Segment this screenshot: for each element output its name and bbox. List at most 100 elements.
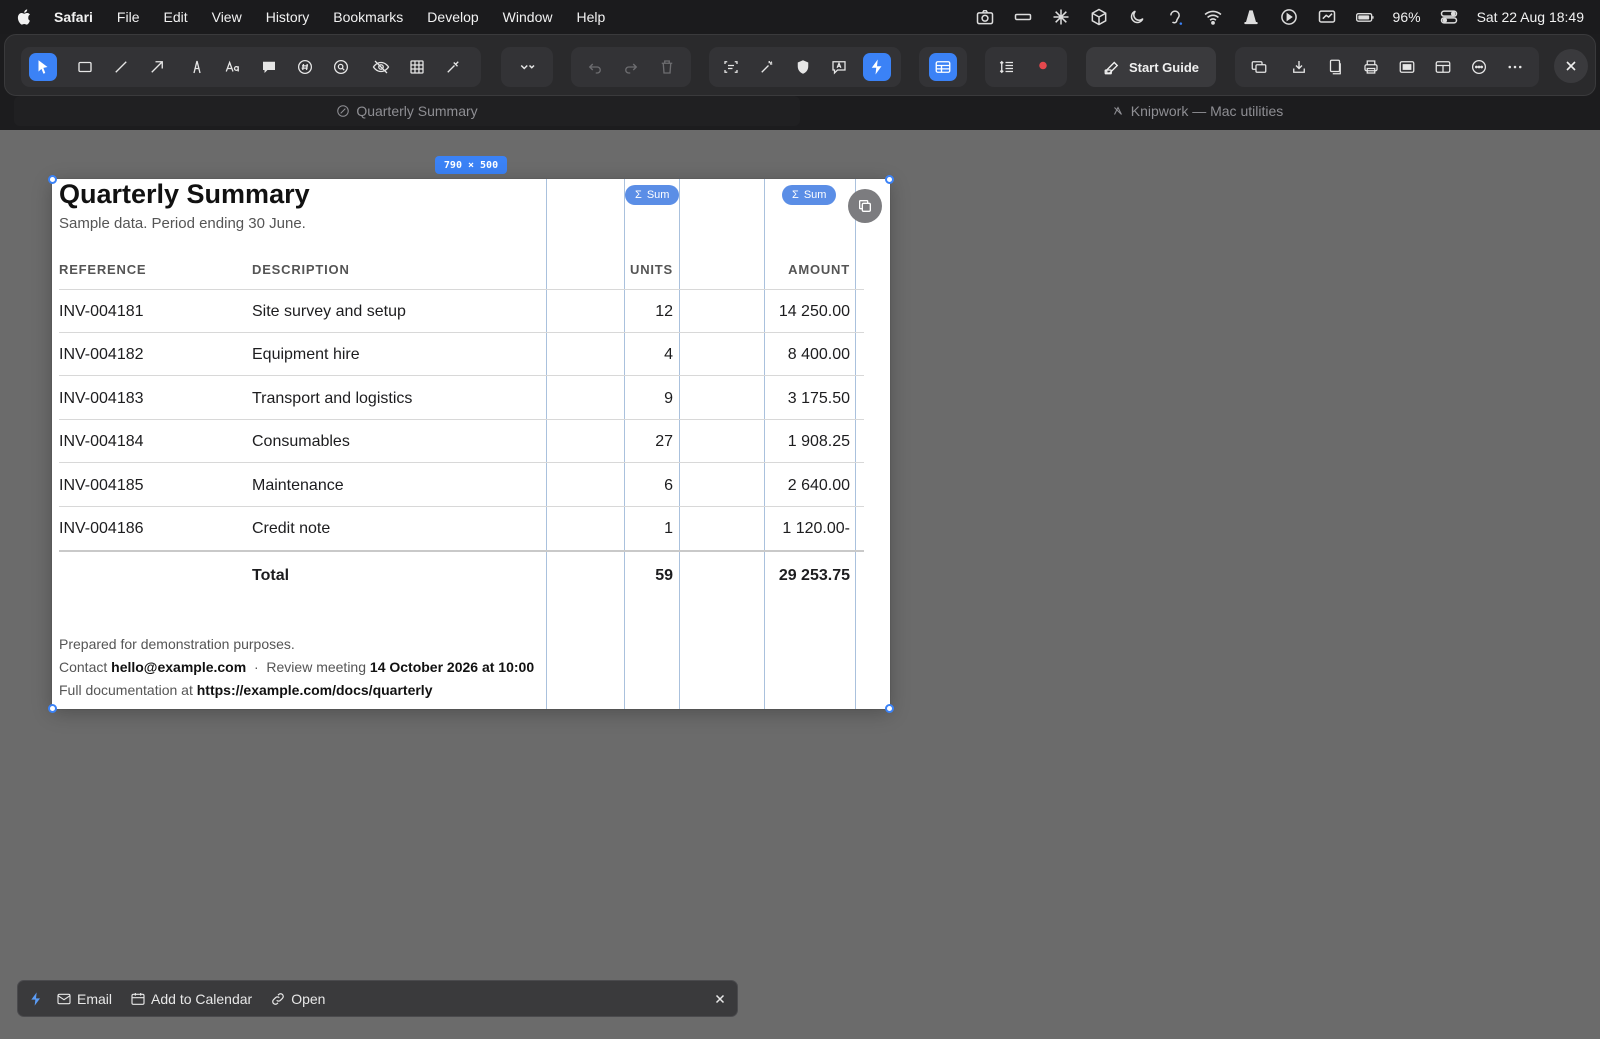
ear-icon[interactable] [1165, 7, 1185, 27]
contact-email-link[interactable]: hello@example.com [111, 659, 246, 675]
tab-quarterly-summary[interactable]: Quarterly Summary [14, 96, 800, 126]
redo-button[interactable] [617, 53, 645, 81]
knipwork-icon [1113, 106, 1122, 115]
select-tool-button[interactable] [29, 53, 57, 81]
text-tool-button[interactable] [219, 53, 247, 81]
camera-icon[interactable] [975, 7, 995, 27]
tab-knipwork[interactable]: Knipwork — Mac utilities [804, 96, 1590, 126]
record-button[interactable] [1029, 53, 1057, 81]
scan-text-button[interactable] [717, 53, 745, 81]
sum-units-button[interactable]: Σ Sum [625, 185, 680, 205]
docs-link[interactable]: https://example.com/docs/quarterly [197, 682, 433, 698]
menu-file[interactable]: File [117, 9, 140, 25]
tab-title: Quarterly Summary [356, 103, 478, 119]
menu-bookmarks[interactable]: Bookmarks [333, 9, 403, 25]
eyedropper-tool-button[interactable] [439, 53, 467, 81]
focus-moon-icon[interactable] [1127, 7, 1147, 27]
play-circle-icon[interactable] [1279, 7, 1299, 27]
delete-button[interactable] [653, 53, 681, 81]
footer-separator: · [253, 659, 259, 675]
menu-window[interactable]: Window [503, 9, 553, 25]
counter-tool-button[interactable] [291, 53, 319, 81]
cell-description: Consumables [252, 433, 350, 450]
add-to-calendar-button[interactable]: Add to Calendar [130, 991, 252, 1007]
resize-handle-top-left[interactable] [48, 175, 57, 184]
magnify-tool-button[interactable] [327, 53, 355, 81]
menu-help[interactable]: Help [576, 9, 605, 25]
rectangle-tool-button[interactable] [71, 53, 99, 81]
text-aa-icon [225, 60, 239, 72]
menu-app-safari[interactable]: Safari [54, 9, 93, 25]
menu-edit[interactable]: Edit [163, 9, 187, 25]
wifi-icon[interactable] [1203, 7, 1223, 27]
battery-icon[interactable] [1355, 7, 1375, 27]
magic-wand-button[interactable] [753, 53, 781, 81]
more-button[interactable] [1501, 53, 1529, 81]
resize-handle-top-right[interactable] [885, 175, 894, 184]
calendar-icon [131, 992, 145, 1005]
share-button[interactable] [1465, 53, 1493, 81]
menu-develop[interactable]: Develop [427, 9, 478, 25]
copy-table-button[interactable] [848, 189, 882, 223]
tab-title: Knipwork — Mac utilities [1130, 103, 1284, 119]
meeting-date[interactable]: 14 October 2026 at 10:00 [370, 659, 534, 675]
screen-mirror-icon[interactable] [1317, 7, 1337, 27]
table-icon [935, 61, 951, 73]
close-icon [715, 994, 725, 1004]
meeting-label: Review meeting [266, 659, 367, 675]
style-dropdown-button[interactable] [513, 53, 543, 81]
speech-bubble-tool-button[interactable] [255, 53, 283, 81]
quick-actions-button[interactable] [863, 53, 891, 81]
start-guide-button[interactable]: Start Guide [1086, 47, 1216, 87]
close-toolbar-button[interactable] [1554, 49, 1588, 83]
overlay-button[interactable] [1245, 53, 1273, 81]
table-tool-button[interactable] [403, 53, 431, 81]
column-guide[interactable] [679, 179, 680, 709]
cell-units: 4 [664, 346, 673, 363]
cell-amount: 8 400.00 [787, 346, 850, 363]
copy-file-button[interactable] [1321, 53, 1349, 81]
column-header-amount: AMOUNT [788, 262, 850, 277]
shield-button[interactable] [789, 53, 817, 81]
table-mode-button[interactable] [929, 53, 957, 81]
menu-view[interactable]: View [212, 9, 242, 25]
captured-document[interactable]: Quarterly Summary Sample data. Period en… [52, 179, 890, 709]
pen-tool-button[interactable] [183, 53, 211, 81]
undo-icon [588, 63, 601, 74]
layout-button[interactable] [1429, 53, 1457, 81]
arrow-tool-button[interactable] [143, 53, 171, 81]
open-link-button[interactable]: Open [270, 991, 325, 1007]
cube-icon[interactable] [1089, 7, 1109, 27]
asterisk-icon[interactable] [1051, 7, 1071, 27]
cell-units: 12 [655, 303, 673, 320]
sigma-icon: Σ [635, 189, 642, 201]
printer-icon [1364, 60, 1378, 74]
apple-icon[interactable] [16, 8, 34, 26]
resize-handle-bottom-left[interactable] [48, 704, 57, 713]
line-tool-button[interactable] [107, 53, 135, 81]
undo-button[interactable] [581, 53, 609, 81]
keyboard-icon[interactable] [1013, 7, 1033, 27]
control-center-icon[interactable] [1439, 7, 1459, 27]
column-guide[interactable] [546, 179, 547, 709]
menubar-clock[interactable]: Sat 22 Aug 18:49 [1477, 9, 1584, 25]
line-spacing-button[interactable] [993, 53, 1021, 81]
ai-text-button[interactable] [825, 53, 853, 81]
frame-button[interactable] [1393, 53, 1421, 81]
hide-tool-button[interactable] [367, 53, 395, 81]
print-button[interactable] [1357, 53, 1385, 81]
line-spacing-icon [999, 60, 1013, 74]
email-action-button[interactable]: Email [56, 991, 112, 1007]
column-header-description: DESCRIPTION [252, 262, 350, 277]
column-guide[interactable] [855, 179, 856, 709]
battery-percent: 96% [1392, 9, 1421, 25]
sum-amount-button[interactable]: Σ Sum [782, 185, 837, 205]
resize-handle-bottom-right[interactable] [885, 704, 894, 713]
footer-docs-line: Full documentation at https://example.co… [59, 682, 432, 698]
save-button[interactable] [1285, 53, 1313, 81]
cone-icon[interactable] [1241, 7, 1261, 27]
footer-contact-line: Contact hello@example.com · Review meeti… [59, 659, 534, 675]
cell-description: Credit note [252, 520, 331, 537]
close-actions-bar-button[interactable] [711, 990, 729, 1008]
menu-history[interactable]: History [266, 9, 310, 25]
